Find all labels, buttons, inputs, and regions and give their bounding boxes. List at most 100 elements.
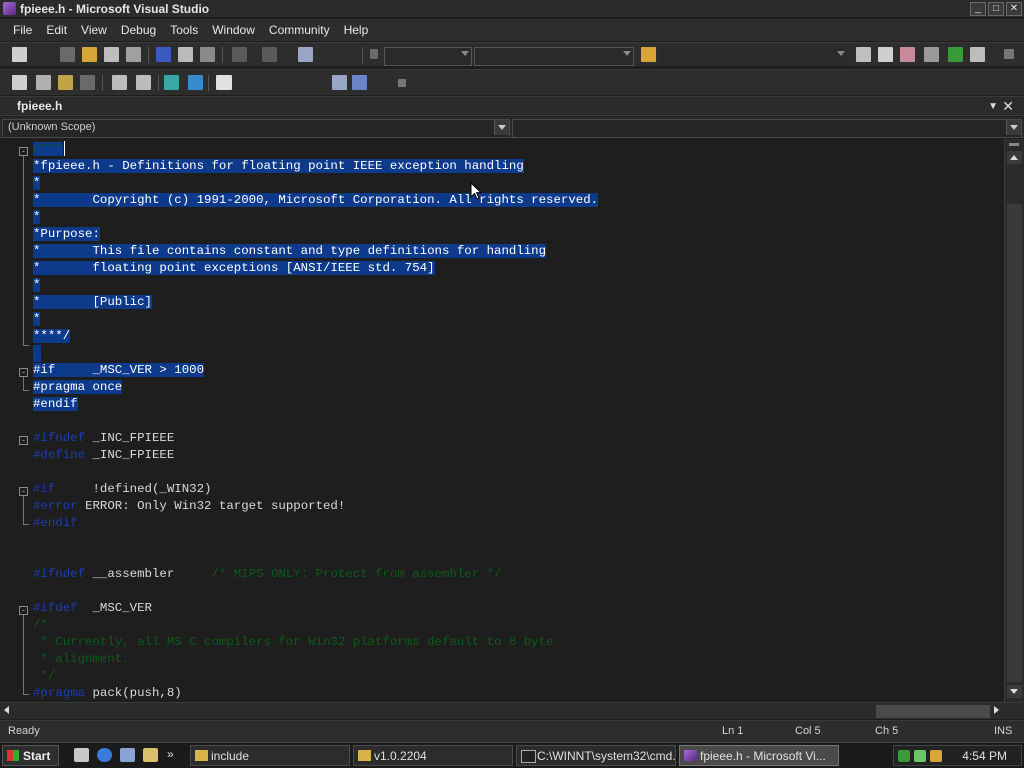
cut-icon[interactable] bbox=[156, 47, 171, 62]
display-object-member-list-icon[interactable] bbox=[12, 75, 27, 90]
menu-debug[interactable]: Debug bbox=[114, 19, 163, 41]
redo-icon[interactable] bbox=[262, 47, 277, 62]
solution-platform-select[interactable] bbox=[474, 47, 634, 66]
code-line: /*** bbox=[33, 142, 63, 156]
scroll-right-button[interactable] bbox=[994, 706, 999, 714]
internet-explorer-icon[interactable] bbox=[97, 748, 112, 762]
tab-fpieee-h[interactable]: fpieee.h bbox=[17, 99, 62, 113]
show-desktop-icon[interactable] bbox=[74, 748, 89, 762]
toolbox-icon[interactable] bbox=[924, 47, 939, 62]
navigate-backward-icon[interactable] bbox=[298, 47, 313, 62]
menu-view[interactable]: View bbox=[74, 19, 114, 41]
next-bookmark-icon[interactable] bbox=[332, 75, 347, 90]
toolbar-options-icon-2[interactable] bbox=[398, 79, 406, 87]
undo-icon[interactable] bbox=[232, 47, 247, 62]
solution-explorer-icon[interactable] bbox=[856, 47, 871, 62]
complete-word-icon[interactable] bbox=[80, 75, 95, 90]
outlook-icon[interactable] bbox=[120, 748, 135, 762]
code-line: * bbox=[33, 210, 41, 224]
open-file-icon[interactable] bbox=[82, 47, 97, 62]
scope-value: (Unknown Scope) bbox=[8, 121, 96, 133]
title-bar: fpieee.h - Microsoft Visual Studio _ □ ✕ bbox=[0, 0, 1024, 18]
code-line: * bbox=[33, 278, 41, 292]
copy-icon[interactable] bbox=[178, 47, 193, 62]
quick-info-icon[interactable] bbox=[58, 75, 73, 90]
start-button[interactable]: Start bbox=[2, 745, 59, 766]
start-debugging-icon[interactable] bbox=[370, 49, 378, 59]
find-in-files-icon[interactable] bbox=[641, 47, 656, 62]
menu-community[interactable]: Community bbox=[262, 19, 337, 41]
code-line: *fpieee.h - Definitions for floating poi… bbox=[33, 159, 524, 173]
code-line: *Purpose: bbox=[33, 227, 100, 241]
paste-icon[interactable] bbox=[200, 47, 215, 62]
taskbar-item-visual-studio[interactable]: fpieee.h - Microsoft Vi... bbox=[679, 745, 839, 766]
scroll-thumb-horizontal[interactable] bbox=[876, 705, 990, 718]
new-project-icon[interactable] bbox=[12, 47, 27, 62]
menu-help[interactable]: Help bbox=[337, 19, 376, 41]
taskbar: Start » include v1.0.2204 C:\WINNT\syste… bbox=[0, 742, 1024, 768]
scroll-down-button[interactable] bbox=[1007, 685, 1022, 698]
menu-file[interactable]: File bbox=[6, 19, 39, 41]
code-line: #pragma pack(push,8) bbox=[33, 686, 182, 700]
scroll-up-button[interactable] bbox=[1007, 151, 1022, 164]
comment-out-icon[interactable] bbox=[164, 75, 179, 90]
chevron-down-icon[interactable] bbox=[1006, 120, 1021, 135]
minimize-button[interactable]: _ bbox=[970, 2, 986, 16]
quick-launch-overflow-icon[interactable]: » bbox=[167, 747, 174, 761]
system-tray: 4:54 PM bbox=[893, 745, 1022, 766]
save-all-icon[interactable] bbox=[126, 47, 141, 62]
console-icon bbox=[521, 750, 536, 763]
find-combo[interactable] bbox=[660, 47, 848, 66]
code-line: #ifdef _MSC_VER bbox=[33, 601, 152, 615]
scroll-thumb[interactable] bbox=[1007, 204, 1022, 682]
object-browser-icon[interactable] bbox=[900, 47, 915, 62]
clear-bookmarks-icon[interactable] bbox=[352, 75, 367, 90]
code-line: * [Public] bbox=[33, 295, 152, 309]
taskbar-item-cmd[interactable]: C:\WINNT\system32\cmd.... bbox=[516, 745, 676, 766]
uncomment-icon[interactable] bbox=[188, 75, 203, 90]
code-line: * Copyright (c) 1991-2000, Microsoft Cor… bbox=[33, 193, 599, 207]
code-line: #if !defined(_WIN32) bbox=[33, 482, 212, 496]
scope-select[interactable]: (Unknown Scope) bbox=[2, 119, 510, 138]
menu-tools[interactable]: Tools bbox=[163, 19, 205, 41]
toolbar-options-icon[interactable] bbox=[1004, 49, 1014, 59]
menu-window[interactable]: Window bbox=[205, 19, 262, 41]
code-line: * alignment. bbox=[33, 652, 130, 666]
collapse-region-icon[interactable]: - bbox=[19, 368, 28, 377]
search-icon[interactable] bbox=[143, 748, 158, 762]
code-line bbox=[33, 345, 41, 362]
solution-configuration-select[interactable] bbox=[384, 47, 472, 66]
decrease-indent-icon[interactable] bbox=[112, 75, 127, 90]
collapse-region-icon[interactable]: - bbox=[19, 606, 28, 615]
horizontal-scrollbar[interactable] bbox=[0, 702, 1024, 719]
taskbar-item-include[interactable]: include bbox=[190, 745, 350, 766]
tray-app-icon[interactable] bbox=[914, 750, 926, 762]
scroll-left-button[interactable] bbox=[4, 706, 9, 714]
close-document-icon[interactable]: ✕ bbox=[1002, 98, 1014, 115]
parameter-info-icon[interactable] bbox=[36, 75, 51, 90]
chevron-down-icon[interactable] bbox=[494, 120, 509, 135]
collapse-region-icon[interactable]: - bbox=[19, 487, 28, 496]
command-window-icon[interactable] bbox=[970, 47, 985, 62]
code-line: /* bbox=[33, 618, 48, 632]
text-caret bbox=[64, 141, 65, 156]
splitter-handle[interactable] bbox=[1009, 143, 1019, 146]
collapse-region-icon[interactable]: - bbox=[19, 147, 28, 156]
save-icon[interactable] bbox=[104, 47, 119, 62]
active-files-dropdown-icon[interactable]: ▼ bbox=[988, 101, 998, 112]
start-page-icon[interactable] bbox=[948, 47, 963, 62]
tray-app-icon-2[interactable] bbox=[930, 750, 942, 762]
increase-indent-icon[interactable] bbox=[136, 75, 151, 90]
menu-edit[interactable]: Edit bbox=[39, 19, 74, 41]
add-item-icon[interactable] bbox=[60, 47, 75, 62]
toggle-bookmark-icon[interactable] bbox=[216, 75, 232, 90]
maximize-button[interactable]: □ bbox=[988, 2, 1004, 16]
network-icon[interactable] bbox=[898, 750, 910, 762]
taskbar-item-v1-0-2204[interactable]: v1.0.2204 bbox=[353, 745, 513, 766]
close-button[interactable]: ✕ bbox=[1006, 2, 1022, 16]
member-select[interactable] bbox=[512, 119, 1022, 138]
properties-window-icon[interactable] bbox=[878, 47, 893, 62]
collapse-region-icon[interactable]: - bbox=[19, 436, 28, 445]
code-editor[interactable]: - - - - - /*** *fpieee.h - Definitions f… bbox=[0, 139, 1004, 702]
vertical-scrollbar[interactable] bbox=[1004, 139, 1024, 702]
